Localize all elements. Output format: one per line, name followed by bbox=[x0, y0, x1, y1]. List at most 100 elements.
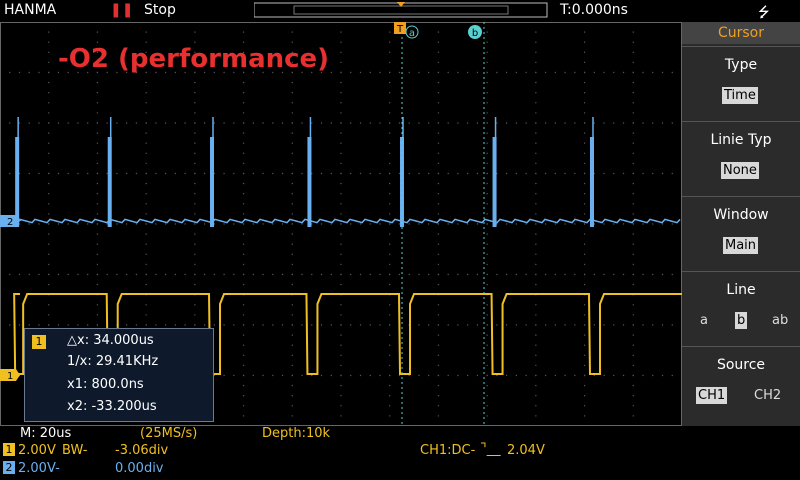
grid-dot bbox=[437, 41, 440, 43]
grid-dot bbox=[145, 193, 147, 195]
grid-dot bbox=[642, 223, 644, 225]
grid-dot bbox=[291, 395, 293, 397]
grid-dot bbox=[340, 384, 342, 387]
timebase-readout[interactable]: M: 20us bbox=[20, 426, 71, 441]
grid-dot bbox=[194, 92, 196, 94]
grid-dot bbox=[252, 324, 255, 326]
grid-dot bbox=[194, 253, 196, 255]
grid-dot bbox=[350, 324, 352, 326]
grid-dot bbox=[437, 405, 440, 407]
grid-dot bbox=[57, 172, 60, 175]
grid-dot bbox=[535, 122, 537, 124]
menu-line[interactable]: Line a b ab bbox=[682, 271, 800, 346]
source-option-ch1[interactable]: CH1 bbox=[696, 387, 728, 404]
grid-dot bbox=[486, 132, 488, 134]
grid-dot bbox=[203, 273, 206, 276]
grid-dot bbox=[408, 122, 410, 124]
grid-dot bbox=[145, 112, 147, 114]
grid-dot bbox=[535, 395, 537, 397]
grid-dot bbox=[583, 324, 586, 326]
grid-dot bbox=[242, 415, 245, 417]
grid-dot bbox=[291, 384, 293, 387]
grid-dot bbox=[48, 233, 50, 235]
grid-dot bbox=[389, 324, 391, 326]
grid-dot bbox=[632, 233, 634, 235]
menu-type[interactable]: Type Time bbox=[682, 46, 800, 121]
grid-dot bbox=[476, 374, 479, 377]
grid-dot bbox=[671, 273, 673, 276]
grid-dot bbox=[652, 223, 654, 225]
grid-dot bbox=[38, 223, 40, 225]
grid-dot bbox=[632, 92, 634, 94]
inverse-delta-x-readout: 1/x: 29.41KHz bbox=[67, 354, 159, 369]
menu-window[interactable]: Window Main bbox=[682, 196, 800, 271]
grid-dot bbox=[291, 203, 293, 205]
grid-dot bbox=[28, 324, 30, 326]
grid-dot bbox=[437, 193, 440, 195]
grid-dot bbox=[164, 223, 167, 225]
grid-dot bbox=[535, 81, 537, 84]
grid-dot bbox=[125, 223, 128, 225]
menu-source[interactable]: Source CH1 CH2 bbox=[682, 346, 800, 421]
grid-dot bbox=[457, 324, 459, 326]
grid-dot bbox=[632, 182, 634, 185]
grid-dot bbox=[242, 182, 245, 185]
line-option-b[interactable]: b bbox=[735, 312, 748, 329]
grid-dot bbox=[233, 172, 235, 175]
grid-dot bbox=[242, 243, 245, 245]
menu-window-value[interactable]: Main bbox=[723, 237, 759, 254]
grid-dot bbox=[291, 81, 293, 84]
grid-dot bbox=[48, 193, 50, 195]
grid-dot bbox=[437, 334, 440, 336]
grid-dot bbox=[67, 273, 69, 276]
grid-dot bbox=[457, 223, 459, 225]
grid-dot bbox=[203, 324, 206, 326]
grid-dot bbox=[652, 172, 654, 175]
brand-label: HANMA bbox=[4, 2, 57, 18]
grid-dot bbox=[437, 283, 440, 286]
grid-dot bbox=[340, 41, 342, 43]
grid-dot bbox=[535, 152, 537, 154]
grid-dot bbox=[67, 324, 69, 326]
pause-icon[interactable]: ❚❚ bbox=[110, 2, 133, 18]
grid-dot bbox=[350, 172, 352, 175]
grid-dot bbox=[398, 223, 401, 225]
grid-dot bbox=[48, 112, 50, 114]
grid-dot bbox=[437, 102, 440, 104]
menu-type-value[interactable]: Time bbox=[722, 87, 758, 104]
cursor-measurement-box: 1 △x: 34.000us 1/x: 29.41KHz x1: 800.0ns… bbox=[24, 328, 214, 422]
grid-dot bbox=[96, 193, 99, 195]
grid-dot bbox=[486, 273, 488, 276]
grid-dot bbox=[427, 273, 430, 276]
grid-dot bbox=[525, 324, 527, 326]
grid-dot bbox=[291, 273, 293, 276]
grid-dot bbox=[145, 172, 147, 175]
grid-dot bbox=[145, 213, 147, 215]
grid-dot bbox=[48, 81, 50, 84]
grid-dot bbox=[281, 273, 284, 276]
grid-dot bbox=[242, 334, 245, 336]
line-option-a[interactable]: a bbox=[698, 312, 710, 329]
grid-dot bbox=[38, 273, 40, 276]
grid-dot bbox=[437, 314, 440, 316]
line-option-ab[interactable]: ab bbox=[770, 312, 790, 329]
trigger-position-bar[interactable] bbox=[254, 2, 548, 18]
cursor-side-menu: Cursor Type Time Linie Typ None Window M… bbox=[682, 22, 800, 426]
grid-dot bbox=[437, 213, 440, 215]
menu-line-type[interactable]: Linie Typ None bbox=[682, 121, 800, 196]
source-option-ch2[interactable]: CH2 bbox=[752, 387, 783, 404]
grid-dot bbox=[583, 253, 586, 255]
grid-dot bbox=[145, 81, 147, 84]
grid-dot bbox=[583, 384, 586, 387]
ch2-scale[interactable]: 2.00V- bbox=[18, 461, 60, 476]
grid-dot bbox=[48, 61, 50, 64]
grid-dot bbox=[564, 374, 566, 377]
trigger-source[interactable]: CH1:DC- bbox=[420, 443, 475, 458]
grid-dot bbox=[96, 92, 99, 94]
ch1-scale[interactable]: 2.00V bbox=[18, 443, 56, 458]
menu-line-type-value[interactable]: None bbox=[721, 162, 759, 179]
grid-dot bbox=[583, 122, 586, 124]
grid-dot bbox=[389, 172, 391, 175]
grid-dot bbox=[632, 263, 634, 266]
grid-dot bbox=[340, 273, 342, 276]
